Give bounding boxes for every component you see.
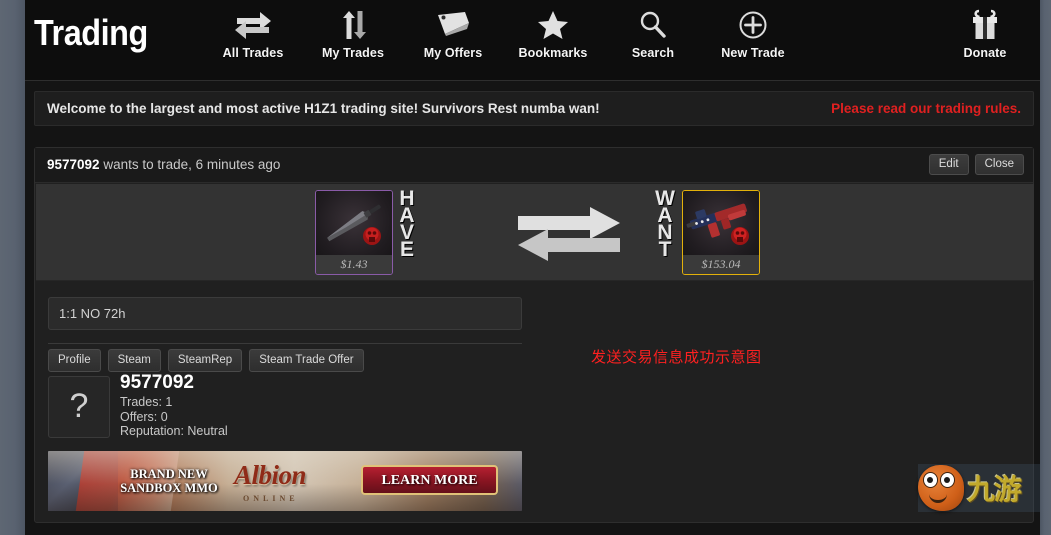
- want-label: W A N T: [654, 188, 676, 260]
- nav-label-my-offers: My Offers: [423, 46, 483, 60]
- mascot-eye-left: [923, 472, 938, 488]
- have-item-price: $1.43: [316, 255, 392, 274]
- site-brand-title: Trading: [34, 12, 148, 53]
- trade-description[interactable]: 1:1 NO 72h: [48, 297, 522, 330]
- nav-item-my-offers[interactable]: My Offers: [403, 6, 503, 60]
- site-header: Trading All Trades My Trades My Offers B…: [25, 0, 1040, 81]
- avatar[interactable]: ?: [48, 376, 110, 438]
- user-stats: 9577092 Trades: 1 Offers: 0 Reputation: …: [120, 372, 228, 439]
- ad-logo: Albion: [234, 460, 307, 490]
- desktop-gutter-right: [1040, 0, 1051, 535]
- user-reputation: Reputation: Neutral: [120, 424, 228, 438]
- trading-rules-link[interactable]: Please read our trading rules.: [831, 101, 1021, 116]
- mascot-mouth: [929, 491, 947, 503]
- edit-button[interactable]: Edit: [928, 154, 969, 175]
- site-watermark: 九游: [918, 458, 1040, 518]
- close-button[interactable]: Close: [974, 154, 1024, 175]
- profile-link-buttons: Profile Steam SteamRep Steam Trade Offer: [48, 349, 364, 372]
- plus-circle-icon: [703, 6, 803, 44]
- ad-learn-more-button[interactable]: LEARN MORE: [361, 465, 498, 495]
- trade-headline-rest: wants to trade, 6 minutes ago: [99, 157, 281, 172]
- nav-item-search[interactable]: Search: [603, 6, 703, 60]
- have-item-thumbnail: [316, 191, 392, 257]
- have-label: H A V E: [396, 188, 418, 261]
- nav-label-new-trade: New Trade: [721, 46, 785, 60]
- welcome-message: Welcome to the largest and most active H…: [47, 101, 600, 116]
- steamrep-button[interactable]: SteamRep: [167, 349, 243, 372]
- up-down-arrows-icon: [303, 6, 403, 44]
- two-way-arrows-icon: [203, 6, 303, 44]
- nav-label-my-trades: My Trades: [321, 46, 385, 60]
- want-item-thumbnail: [683, 191, 759, 257]
- page-root: Trading All Trades My Trades My Offers B…: [0, 0, 1051, 535]
- annotation-text: 发送交易信息成功示意图: [591, 348, 762, 366]
- ad-tagline-line1: BRAND NEW: [130, 467, 208, 481]
- steam-button[interactable]: Steam: [107, 349, 161, 372]
- nav-item-all-trades[interactable]: All Trades: [203, 6, 303, 60]
- advertisement-banner[interactable]: BRAND NEW SANDBOX MMO Albion ONLINE LEAR…: [48, 451, 522, 511]
- want-item-price: $153.04: [683, 255, 759, 274]
- have-item-card[interactable]: $1.43: [315, 190, 393, 275]
- watermark-mascot-icon: [918, 465, 964, 511]
- nav-label-search: Search: [631, 46, 675, 60]
- section-divider: [48, 343, 522, 344]
- nav-item-my-trades[interactable]: My Trades: [303, 6, 403, 60]
- trade-card: 9577092 wants to trade, 6 minutes ago Ed…: [34, 147, 1034, 523]
- swap-arrows-icon: [514, 206, 624, 267]
- steam-trade-offer-button[interactable]: Steam Trade Offer: [249, 349, 364, 372]
- nav-label-all-trades: All Trades: [222, 46, 284, 60]
- trade-items-strip: $1.43 H A V E W A N T $153.04: [36, 184, 1034, 281]
- welcome-banner: Welcome to the largest and most active H…: [34, 91, 1034, 126]
- user-trades-count: Trades: 1: [120, 395, 173, 409]
- desktop-gutter-left: [0, 0, 25, 535]
- mascot-eye-right: [940, 472, 955, 488]
- want-item-card[interactable]: $153.04: [682, 190, 760, 275]
- search-icon: [603, 6, 703, 44]
- trade-headline: 9577092 wants to trade, 6 minutes ago: [47, 157, 280, 172]
- ad-tagline-line2: SANDBOX MMO: [120, 481, 218, 495]
- nav-item-new-trade[interactable]: New Trade: [703, 6, 803, 60]
- nav-item-donate[interactable]: Donate: [940, 6, 1030, 60]
- star-icon: [503, 6, 603, 44]
- trade-card-header: 9577092 wants to trade, 6 minutes ago Ed…: [35, 148, 1033, 183]
- gift-icon: [940, 6, 1030, 44]
- main-navigation: All Trades My Trades My Offers Bookmarks…: [203, 6, 803, 60]
- trade-card-actions: Edit Close: [928, 154, 1024, 175]
- nav-item-bookmarks[interactable]: Bookmarks: [503, 6, 603, 60]
- have-letter-3: E: [399, 238, 414, 261]
- nav-label-bookmarks: Bookmarks: [518, 46, 588, 60]
- price-tag-icon: [403, 6, 503, 44]
- user-name: 9577092: [120, 372, 194, 393]
- profile-button[interactable]: Profile: [48, 349, 101, 372]
- ad-logo-subtitle: ONLINE: [243, 494, 299, 503]
- ad-tagline: BRAND NEW SANDBOX MMO: [114, 467, 224, 495]
- nav-label-donate: Donate: [963, 46, 1007, 60]
- trade-user-id: 9577092: [47, 157, 100, 172]
- user-offers-count: Offers: 0: [120, 409, 168, 424]
